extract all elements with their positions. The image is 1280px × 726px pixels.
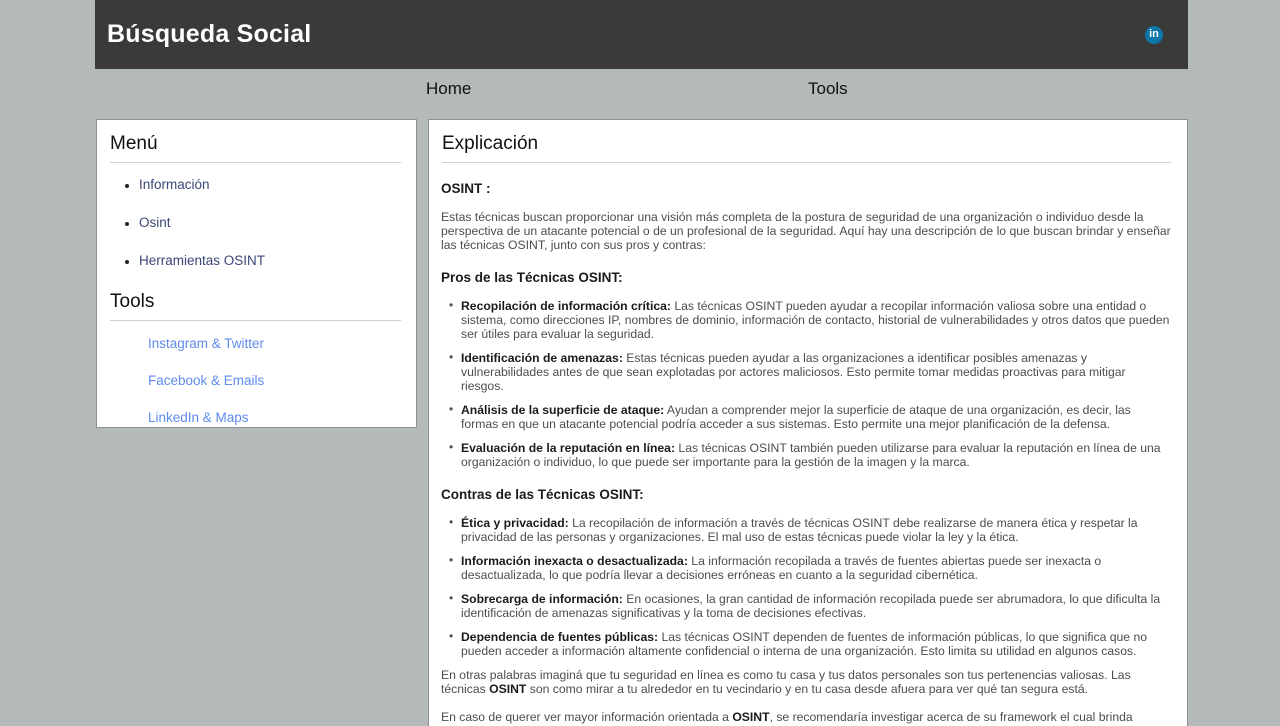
sidebar-menu-heading: Menú: [110, 133, 158, 154]
list-item: Análisis de la superficie de ataque: Ayu…: [439, 403, 1171, 431]
framework-paragraph: En caso de querer ver mayor información …: [441, 710, 1171, 726]
cons-list: Ética y privacidad: La recopilación de i…: [439, 516, 1171, 658]
nav-link-tools[interactable]: Tools: [808, 79, 848, 99]
cons-term: Ética y privacidad:: [461, 516, 569, 531]
intro-paragraph: Estas técnicas buscan proporcionar una v…: [441, 209, 1171, 252]
list-item: Recopilación de información crítica: Las…: [439, 299, 1171, 341]
list-item: LinkedIn & Maps: [148, 409, 401, 427]
content-body: OSINT : Estas técnicas buscan proporcion…: [439, 181, 1171, 726]
header-social-links: in: [1145, 25, 1163, 44]
list-item: Dependencia de fuentes públicas: Las téc…: [439, 630, 1171, 658]
main-nav: Home Tools: [95, 69, 1188, 114]
pros-list: Recopilación de información crítica: Las…: [439, 299, 1171, 469]
sidebar-item-informacion[interactable]: Información: [139, 177, 210, 192]
list-item: Ética y privacidad: La recopilación de i…: [439, 516, 1171, 544]
list-item: Facebook & Emails: [148, 372, 401, 390]
sidebar-menu-list: Información Osint Herramientas OSINT: [107, 176, 401, 270]
analogy-text-2: son como mirar a tu alrededor en tu veci…: [526, 682, 1088, 697]
framework-text-1: En caso de querer ver mayor información …: [441, 710, 733, 725]
sidebar-tools-heading: Tools: [110, 290, 155, 312]
pros-term: Recopilación de información crítica:: [461, 298, 671, 313]
list-item: Herramientas OSINT: [139, 252, 401, 270]
sidebar-tools-divider: [110, 319, 401, 321]
content-panel: Explicación OSINT : Estas técnicas busca…: [428, 119, 1188, 726]
content-divider: [442, 161, 1171, 163]
list-item: Evaluación de la reputación en línea: La…: [439, 441, 1171, 469]
list-item: Información: [139, 176, 401, 194]
content-heading: Explicación: [442, 133, 539, 154]
page-root: Búsqueda Social in Home Tools Menú Infor…: [0, 0, 1280, 726]
cons-term: Información inexacta o desactualizada:: [461, 554, 688, 569]
pros-heading: Pros de las Técnicas OSINT:: [441, 269, 623, 285]
list-item: Sobrecarga de información: En ocasiones,…: [439, 592, 1171, 620]
list-item: Identificación de amenazas: Estas técnic…: [439, 351, 1171, 393]
site-header: Búsqueda Social in: [95, 0, 1188, 69]
sidebar-tool-instagram-twitter[interactable]: Instagram & Twitter: [148, 336, 264, 351]
sidebar-item-osint[interactable]: Osint: [139, 215, 171, 230]
pros-term: Evaluación de la reputación en línea:: [461, 441, 676, 456]
sidebar-menu-divider: [110, 161, 401, 163]
cons-term: Sobrecarga de información:: [461, 592, 623, 607]
sidebar-tools-list: Instagram & Twitter Facebook & Emails Li…: [107, 335, 401, 428]
list-item: Información inexacta o desactualizada: L…: [439, 554, 1171, 582]
analogy-paragraph: En otras palabras imaginá que tu segurid…: [441, 668, 1171, 696]
osint-label: OSINT :: [441, 180, 491, 196]
cons-term: Dependencia de fuentes públicas:: [461, 630, 659, 645]
pros-term: Análisis de la superficie de ataque:: [461, 403, 665, 418]
sidebar-tool-facebook-emails[interactable]: Facebook & Emails: [148, 373, 264, 388]
pros-term: Identificación de amenazas:: [461, 350, 623, 365]
sidebar: Menú Información Osint Herramientas OSIN…: [96, 119, 417, 428]
nav-link-home[interactable]: Home: [426, 79, 471, 99]
list-item: Osint: [139, 214, 401, 232]
framework-bold-osint: OSINT: [732, 710, 770, 725]
list-item: Instagram & Twitter: [148, 335, 401, 353]
cons-heading: Contras de las Técnicas OSINT:: [441, 487, 644, 503]
analogy-bold-osint: OSINT: [489, 682, 527, 697]
sidebar-item-herramientas-osint[interactable]: Herramientas OSINT: [139, 253, 265, 268]
page-title: Búsqueda Social: [107, 20, 312, 48]
sidebar-tool-linkedin-maps[interactable]: LinkedIn & Maps: [148, 410, 249, 425]
linkedin-icon[interactable]: in: [1145, 25, 1163, 44]
